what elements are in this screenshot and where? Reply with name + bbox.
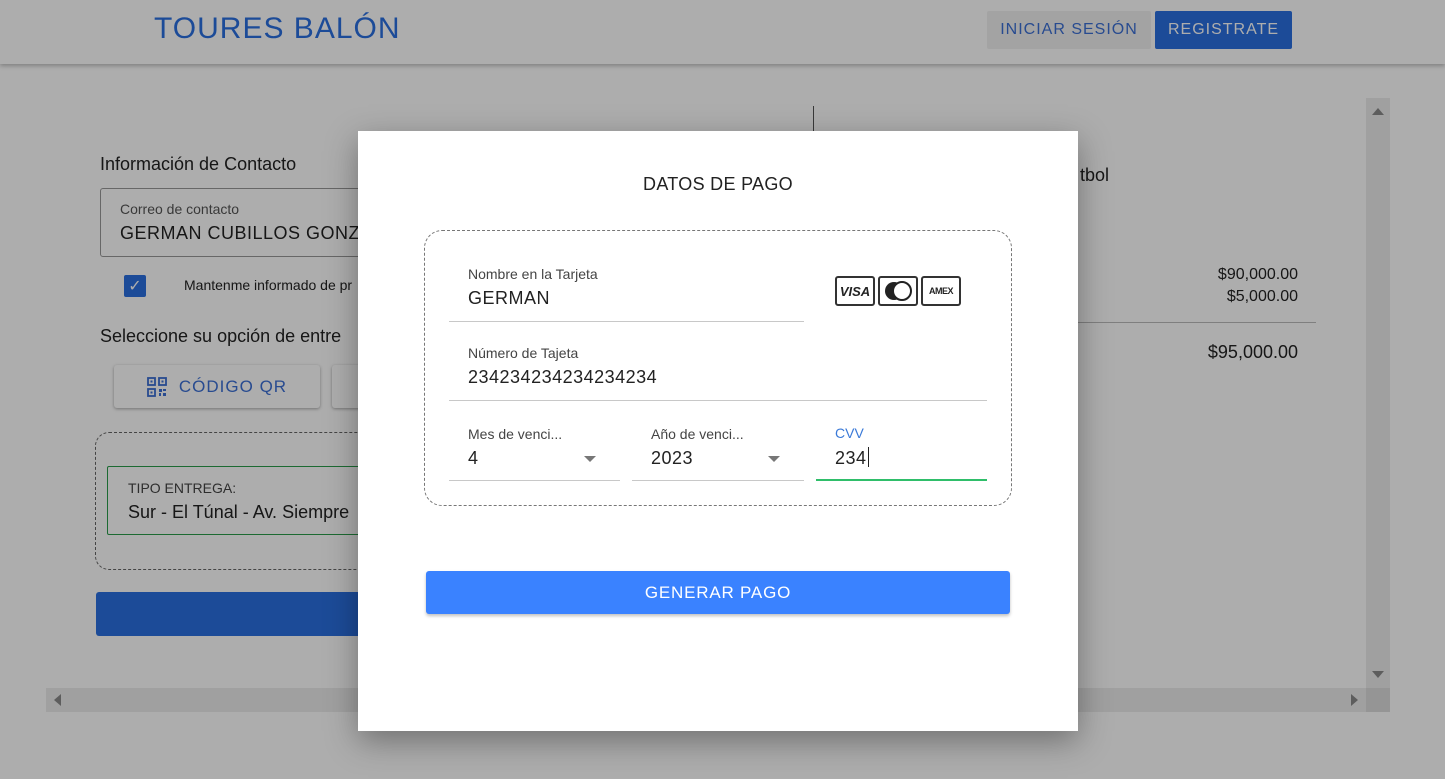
- card-number-field[interactable]: Número de Tajeta 234234234234234234: [449, 343, 987, 401]
- visa-icon: VISA: [835, 276, 875, 306]
- expiry-year-value[interactable]: 2023: [651, 448, 693, 469]
- cvv-field[interactable]: CVV 234: [816, 424, 987, 481]
- generate-payment-button[interactable]: GENERAR PAGO: [426, 571, 1010, 614]
- cvv-input[interactable]: 234: [835, 448, 867, 468]
- expiry-year-select[interactable]: Año de venci... 2023: [632, 424, 804, 481]
- expiry-month-value[interactable]: 4: [468, 448, 479, 469]
- dropdown-arrow-icon[interactable]: [584, 456, 596, 462]
- card-number-label: Número de Tajeta: [468, 345, 579, 361]
- cardholder-name-field[interactable]: Nombre en la Tarjeta GERMAN: [449, 264, 804, 322]
- text-cursor: [867, 447, 869, 467]
- cardholder-name-input[interactable]: GERMAN: [468, 288, 550, 309]
- field-underline-focused: [816, 479, 987, 481]
- expiry-year-label: Año de venci...: [651, 426, 744, 442]
- field-underline: [449, 480, 620, 481]
- cardholder-name-label: Nombre en la Tarjeta: [468, 266, 598, 282]
- field-underline: [449, 400, 987, 401]
- field-underline: [449, 321, 804, 322]
- payment-dialog: DATOS DE PAGO Nombre en la Tarjeta GERMA…: [358, 131, 1078, 731]
- mastercard-icon: [878, 276, 918, 306]
- expiry-month-select[interactable]: Mes de venci... 4: [449, 424, 620, 481]
- field-underline: [632, 480, 804, 481]
- cvv-label: CVV: [835, 425, 864, 441]
- amex-icon: AMEX: [921, 276, 961, 306]
- dialog-title: DATOS DE PAGO: [643, 174, 793, 194]
- expiry-month-label: Mes de venci...: [468, 426, 563, 442]
- card-brand-logos: VISA AMEX: [835, 276, 961, 306]
- dropdown-arrow-icon[interactable]: [768, 456, 780, 462]
- card-number-input[interactable]: 234234234234234234: [468, 367, 657, 388]
- cvv-input-wrapper[interactable]: 234: [835, 447, 869, 469]
